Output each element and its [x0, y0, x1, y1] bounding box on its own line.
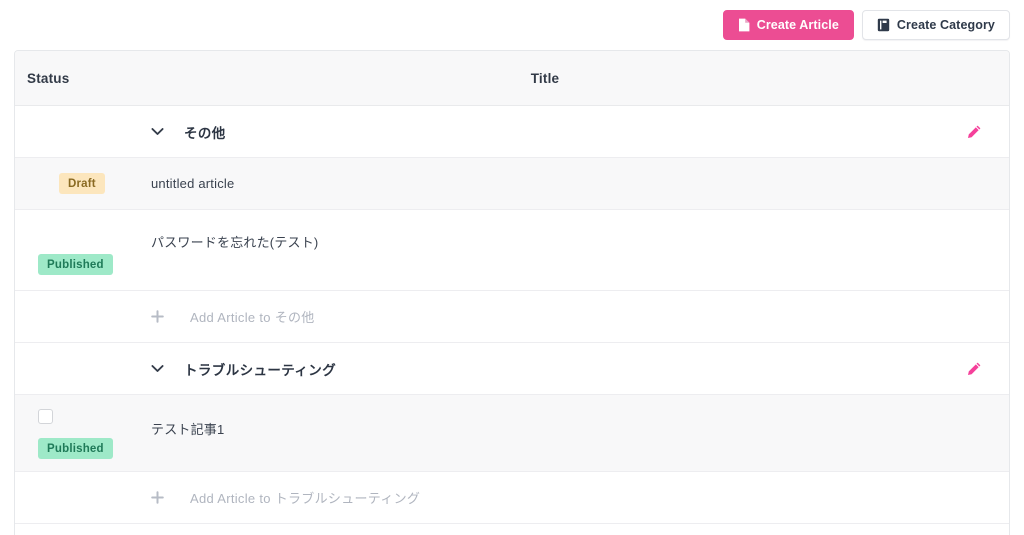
article-title: untitled article: [151, 176, 235, 191]
status-badge: Published: [38, 254, 113, 275]
table-row[interactable]: Published テスト記事1: [15, 395, 1009, 472]
category-title-cell: その他: [137, 106, 939, 157]
articles-page: Create Article Create Category Status Ti…: [0, 0, 1024, 535]
column-header-title: Title: [530, 70, 560, 86]
article-title-cell: パスワードを忘れた(テスト): [137, 210, 939, 251]
article-status-cell: Published: [15, 395, 137, 471]
category-name: その他: [184, 125, 226, 141]
category-row[interactable]: その他: [15, 106, 1009, 158]
add-article-status-cell: [15, 472, 137, 523]
header-cell-title: Title: [137, 51, 939, 105]
plus-icon[interactable]: [151, 491, 164, 504]
category-action-cell: [939, 106, 1009, 157]
pencil-icon[interactable]: [966, 361, 982, 377]
article-status-cell: Published: [15, 210, 137, 290]
category-status-cell: [15, 343, 137, 394]
category-action-cell: [939, 343, 1009, 394]
add-article-action-cell: [939, 291, 1009, 342]
article-action-cell: [939, 210, 1009, 290]
table-header-row: Status Title: [15, 51, 1009, 106]
table-row[interactable]: Draft untitled article: [15, 158, 1009, 210]
chevron-down-icon[interactable]: [151, 127, 164, 136]
add-article-row[interactable]: Add Article to トラブルシューティング: [15, 472, 1009, 524]
article-action-cell: [939, 395, 1009, 471]
plus-icon[interactable]: [151, 310, 164, 323]
status-badge: Published: [38, 438, 113, 459]
status-badge: Draft: [59, 173, 105, 194]
category-status-cell: [15, 106, 137, 157]
header-cell-status: Status: [15, 51, 137, 105]
pencil-icon[interactable]: [966, 124, 982, 140]
partial-title-cell: [137, 524, 939, 535]
create-article-button[interactable]: Create Article: [722, 10, 854, 40]
category-title-cell: トラブルシューティング: [137, 343, 939, 394]
create-article-label: Create Article: [756, 18, 839, 32]
article-title: パスワードを忘れた(テスト): [151, 235, 319, 250]
category-row[interactable]: トラブルシューティング: [15, 343, 1009, 395]
create-category-label: Create Category: [896, 18, 995, 32]
header-cell-action: [939, 51, 1009, 105]
article-title-cell: テスト記事1: [137, 395, 939, 438]
chevron-down-icon[interactable]: [151, 364, 164, 373]
column-header-status: Status: [27, 70, 70, 86]
add-article-title-cell: Add Article to その他: [137, 291, 939, 342]
row-select-checkbox[interactable]: [38, 409, 53, 424]
add-article-status-cell: [15, 291, 137, 342]
table-row[interactable]: Published パスワードを忘れた(テスト): [15, 210, 1009, 291]
add-article-row[interactable]: Add Article to その他: [15, 291, 1009, 343]
add-article-action-cell: [939, 472, 1009, 523]
add-article-label: Add Article to トラブルシューティング: [190, 491, 421, 506]
create-category-button[interactable]: Create Category: [861, 10, 1010, 40]
partial-status-cell: [15, 524, 137, 535]
document-icon: [738, 18, 750, 32]
article-title-cell: untitled article: [137, 158, 939, 209]
add-article-title-cell: Add Article to トラブルシューティング: [137, 472, 939, 523]
add-article-label: Add Article to その他: [190, 310, 315, 325]
article-title: テスト記事1: [151, 422, 225, 437]
book-icon: [877, 18, 890, 32]
category-name: トラブルシューティング: [184, 362, 337, 378]
action-bar: Create Article Create Category: [0, 0, 1024, 50]
partial-action-cell: [939, 524, 1009, 535]
table-row-partial[interactable]: [15, 524, 1009, 535]
article-action-cell: [939, 158, 1009, 209]
articles-table: Status Title その他 Draft untitled article …: [14, 50, 1010, 535]
article-status-cell: Draft: [15, 158, 137, 209]
